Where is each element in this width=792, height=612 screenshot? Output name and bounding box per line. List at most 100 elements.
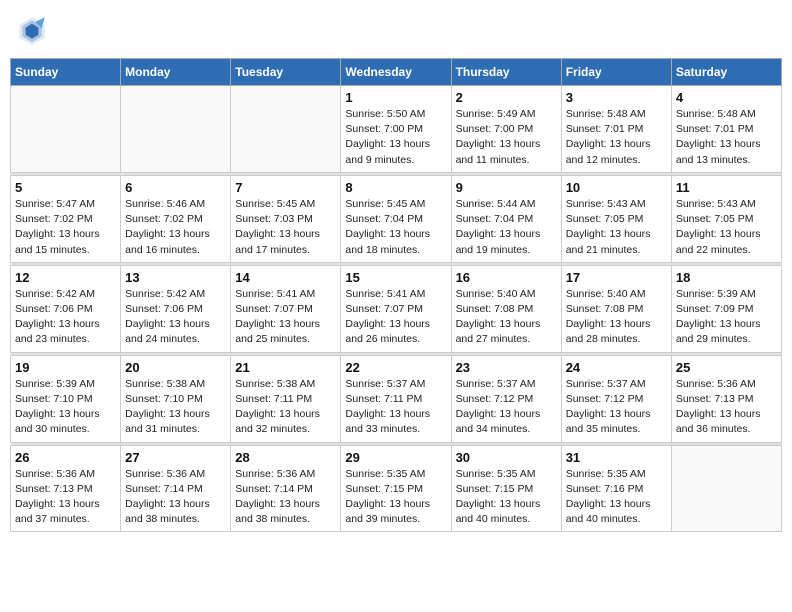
- cell-day-number: 20: [125, 360, 226, 375]
- calendar-cell: 1 Sunrise: 5:50 AM Sunset: 7:00 PM Daylig…: [341, 86, 451, 173]
- calendar-cell: 22 Sunrise: 5:37 AM Sunset: 7:11 PM Dayli…: [341, 355, 451, 442]
- cell-day-info: Sunrise: 5:44 AM Sunset: 7:04 PM Dayligh…: [456, 197, 557, 258]
- calendar-cell: 4 Sunrise: 5:48 AM Sunset: 7:01 PM Daylig…: [671, 86, 781, 173]
- cell-day-number: 22: [345, 360, 446, 375]
- cell-day-info: Sunrise: 5:46 AM Sunset: 7:02 PM Dayligh…: [125, 197, 226, 258]
- calendar-cell: 3 Sunrise: 5:48 AM Sunset: 7:01 PM Daylig…: [561, 86, 671, 173]
- calendar-cell: [121, 86, 231, 173]
- weekday-header: Sunday: [11, 59, 121, 86]
- calendar-cell: 20 Sunrise: 5:38 AM Sunset: 7:10 PM Dayli…: [121, 355, 231, 442]
- cell-day-number: 21: [235, 360, 336, 375]
- cell-day-info: Sunrise: 5:39 AM Sunset: 7:10 PM Dayligh…: [15, 377, 116, 438]
- cell-day-info: Sunrise: 5:42 AM Sunset: 7:06 PM Dayligh…: [125, 287, 226, 348]
- calendar-cell: 13 Sunrise: 5:42 AM Sunset: 7:06 PM Dayli…: [121, 265, 231, 352]
- calendar-cell: 9 Sunrise: 5:44 AM Sunset: 7:04 PM Daylig…: [451, 175, 561, 262]
- cell-day-number: 7: [235, 180, 336, 195]
- cell-day-info: Sunrise: 5:50 AM Sunset: 7:00 PM Dayligh…: [345, 107, 446, 168]
- cell-day-info: Sunrise: 5:35 AM Sunset: 7:15 PM Dayligh…: [345, 467, 446, 528]
- cell-day-info: Sunrise: 5:36 AM Sunset: 7:14 PM Dayligh…: [235, 467, 336, 528]
- weekday-header: Wednesday: [341, 59, 451, 86]
- cell-day-number: 10: [566, 180, 667, 195]
- page-header: [10, 10, 782, 50]
- calendar-cell: [11, 86, 121, 173]
- weekday-header: Friday: [561, 59, 671, 86]
- calendar-cell: 8Sunrise: 5:45 AM Sunset: 7:04 PM Daylig…: [341, 175, 451, 262]
- cell-day-number: 29: [345, 450, 446, 465]
- cell-day-number: 28: [235, 450, 336, 465]
- calendar-cell: 14 Sunrise: 5:41 AM Sunset: 7:07 PM Dayli…: [231, 265, 341, 352]
- cell-day-number: 27: [125, 450, 226, 465]
- cell-day-info: Sunrise: 5:40 AM Sunset: 7:08 PM Dayligh…: [456, 287, 557, 348]
- cell-day-info: Sunrise: 5:48 AM Sunset: 7:01 PM Dayligh…: [676, 107, 777, 168]
- cell-day-number: 3: [566, 90, 667, 105]
- cell-day-number: 9: [456, 180, 557, 195]
- cell-day-info: Sunrise: 5:37 AM Sunset: 7:12 PM Dayligh…: [456, 377, 557, 438]
- calendar-cell: 16 Sunrise: 5:40 AM Sunset: 7:08 PM Dayli…: [451, 265, 561, 352]
- calendar-cell: 31 Sunrise: 5:35 AM Sunset: 7:16 PM Dayli…: [561, 445, 671, 532]
- calendar-cell: 18 Sunrise: 5:39 AM Sunset: 7:09 PM Dayli…: [671, 265, 781, 352]
- cell-day-number: 12: [15, 270, 116, 285]
- logo-icon: [16, 14, 48, 46]
- cell-day-number: 14: [235, 270, 336, 285]
- cell-day-info: Sunrise: 5:41 AM Sunset: 7:07 PM Dayligh…: [235, 287, 336, 348]
- weekday-header: Monday: [121, 59, 231, 86]
- cell-day-number: 31: [566, 450, 667, 465]
- cell-day-number: 30: [456, 450, 557, 465]
- cell-day-number: 4: [676, 90, 777, 105]
- cell-day-info: Sunrise: 5:37 AM Sunset: 7:11 PM Dayligh…: [345, 377, 446, 438]
- cell-day-number: 6: [125, 180, 226, 195]
- cell-day-info: Sunrise: 5:36 AM Sunset: 7:13 PM Dayligh…: [15, 467, 116, 528]
- cell-day-number: 1: [345, 90, 446, 105]
- cell-day-info: Sunrise: 5:36 AM Sunset: 7:13 PM Dayligh…: [676, 377, 777, 438]
- calendar-cell: [231, 86, 341, 173]
- cell-day-number: 24: [566, 360, 667, 375]
- calendar-week-row: 12 Sunrise: 5:42 AM Sunset: 7:06 PM Dayli…: [11, 265, 782, 352]
- cell-day-info: Sunrise: 5:45 AM Sunset: 7:03 PM Dayligh…: [235, 197, 336, 258]
- calendar-cell: 17 Sunrise: 5:40 AM Sunset: 7:08 PM Dayli…: [561, 265, 671, 352]
- calendar-week-row: 19 Sunrise: 5:39 AM Sunset: 7:10 PM Dayli…: [11, 355, 782, 442]
- weekday-header-row: SundayMondayTuesdayWednesdayThursdayFrid…: [11, 59, 782, 86]
- cell-day-number: 16: [456, 270, 557, 285]
- calendar-cell: [671, 445, 781, 532]
- calendar-cell: 10Sunrise: 5:43 AM Sunset: 7:05 PM Dayli…: [561, 175, 671, 262]
- calendar-week-row: 5 Sunrise: 5:47 AM Sunset: 7:02 PM Daylig…: [11, 175, 782, 262]
- cell-day-number: 13: [125, 270, 226, 285]
- calendar-week-row: 1 Sunrise: 5:50 AM Sunset: 7:00 PM Daylig…: [11, 86, 782, 173]
- cell-day-number: 23: [456, 360, 557, 375]
- calendar-cell: 11Sunrise: 5:43 AM Sunset: 7:05 PM Dayli…: [671, 175, 781, 262]
- calendar-cell: 23 Sunrise: 5:37 AM Sunset: 7:12 PM Dayli…: [451, 355, 561, 442]
- cell-day-info: Sunrise: 5:43 AM Sunset: 7:05 PM Dayligh…: [676, 197, 777, 258]
- weekday-header: Tuesday: [231, 59, 341, 86]
- cell-day-info: Sunrise: 5:38 AM Sunset: 7:11 PM Dayligh…: [235, 377, 336, 438]
- cell-day-info: Sunrise: 5:40 AM Sunset: 7:08 PM Dayligh…: [566, 287, 667, 348]
- cell-day-info: Sunrise: 5:38 AM Sunset: 7:10 PM Dayligh…: [125, 377, 226, 438]
- cell-day-info: Sunrise: 5:35 AM Sunset: 7:16 PM Dayligh…: [566, 467, 667, 528]
- calendar-cell: 15 Sunrise: 5:41 AM Sunset: 7:07 PM Dayli…: [341, 265, 451, 352]
- cell-day-number: 15: [345, 270, 446, 285]
- cell-day-info: Sunrise: 5:48 AM Sunset: 7:01 PM Dayligh…: [566, 107, 667, 168]
- calendar-cell: 24 Sunrise: 5:37 AM Sunset: 7:12 PM Dayli…: [561, 355, 671, 442]
- calendar-cell: 30 Sunrise: 5:35 AM Sunset: 7:15 PM Dayli…: [451, 445, 561, 532]
- cell-day-info: Sunrise: 5:39 AM Sunset: 7:09 PM Dayligh…: [676, 287, 777, 348]
- calendar-cell: 21 Sunrise: 5:38 AM Sunset: 7:11 PM Dayli…: [231, 355, 341, 442]
- weekday-header: Thursday: [451, 59, 561, 86]
- cell-day-number: 25: [676, 360, 777, 375]
- calendar-cell: 2Sunrise: 5:49 AM Sunset: 7:00 PM Daylig…: [451, 86, 561, 173]
- calendar-cell: 29 Sunrise: 5:35 AM Sunset: 7:15 PM Dayli…: [341, 445, 451, 532]
- calendar-week-row: 26Sunrise: 5:36 AM Sunset: 7:13 PM Dayli…: [11, 445, 782, 532]
- cell-day-info: Sunrise: 5:37 AM Sunset: 7:12 PM Dayligh…: [566, 377, 667, 438]
- cell-day-number: 19: [15, 360, 116, 375]
- cell-day-info: Sunrise: 5:47 AM Sunset: 7:02 PM Dayligh…: [15, 197, 116, 258]
- cell-day-number: 2: [456, 90, 557, 105]
- cell-day-info: Sunrise: 5:41 AM Sunset: 7:07 PM Dayligh…: [345, 287, 446, 348]
- cell-day-number: 18: [676, 270, 777, 285]
- cell-day-info: Sunrise: 5:35 AM Sunset: 7:15 PM Dayligh…: [456, 467, 557, 528]
- calendar-cell: 28 Sunrise: 5:36 AM Sunset: 7:14 PM Dayli…: [231, 445, 341, 532]
- cell-day-info: Sunrise: 5:42 AM Sunset: 7:06 PM Dayligh…: [15, 287, 116, 348]
- cell-day-number: 17: [566, 270, 667, 285]
- weekday-header: Saturday: [671, 59, 781, 86]
- cell-day-number: 5: [15, 180, 116, 195]
- cell-day-info: Sunrise: 5:45 AM Sunset: 7:04 PM Dayligh…: [345, 197, 446, 258]
- calendar-cell: 25 Sunrise: 5:36 AM Sunset: 7:13 PM Dayli…: [671, 355, 781, 442]
- calendar-cell: 27Sunrise: 5:36 AM Sunset: 7:14 PM Dayli…: [121, 445, 231, 532]
